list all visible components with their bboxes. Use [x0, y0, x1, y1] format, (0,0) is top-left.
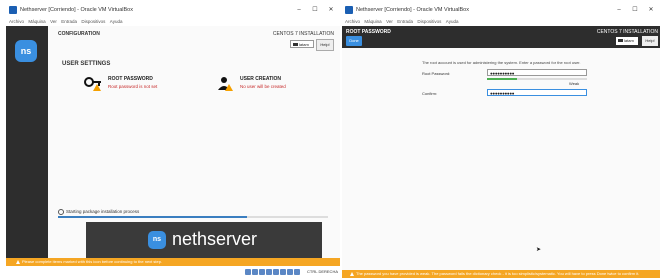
close-button[interactable]: ✕ — [646, 5, 656, 15]
menu-archivo[interactable]: Archivo — [9, 19, 24, 24]
virtualbox-icon — [345, 6, 353, 14]
root-password-field[interactable]: ●●●●●●●●●● — [487, 69, 587, 76]
usb-icon[interactable] — [259, 269, 265, 275]
warning-icon — [93, 84, 101, 91]
progress-status: Starting package installation process — [58, 209, 139, 215]
installer-sidebar: ns — [6, 26, 48, 266]
mouse-icon[interactable] — [294, 269, 300, 275]
menu-ayuda[interactable]: Ayuda — [446, 19, 459, 24]
left-virtualbox-window: Nethserver [Corriendo] - Oracle VM Virtu… — [6, 2, 340, 278]
spinner-icon — [58, 209, 64, 215]
banner-wordmark: nethserver — [172, 229, 258, 249]
password-strength-bar — [487, 78, 587, 80]
root-password-status: Root password is not set — [108, 84, 158, 89]
root-password-title: ROOT PASSWORD — [108, 76, 153, 82]
user-creation-spoke[interactable]: USER CREATION No user will be created — [216, 74, 326, 104]
nethserver-logo: ns — [15, 40, 37, 62]
minimize-button[interactable]: – — [614, 5, 624, 15]
user-settings-heading: USER SETTINGS — [62, 61, 111, 67]
warning-icon — [225, 84, 233, 91]
root-password-label: Root Password: — [422, 71, 451, 76]
menu-ver[interactable]: Ver — [50, 19, 57, 24]
virtualbox-icon — [9, 6, 17, 14]
right-menubar: Archivo Máquina Ver Entrada Dispositivos… — [342, 18, 660, 26]
menu-maquina[interactable]: Máquina — [364, 19, 381, 24]
install-progress-fill — [58, 216, 247, 218]
install-progress-bar — [58, 216, 328, 218]
confirm-label: Confirm: — [422, 91, 438, 96]
host-key: CTRL DERECHA — [307, 269, 338, 274]
keyboard-layout-button[interactable]: latam — [616, 37, 638, 45]
confirm-password-field[interactable]: ●●●●●●●●●● — [487, 89, 587, 96]
network-icon[interactable] — [280, 269, 286, 275]
capture-icon[interactable] — [287, 269, 293, 275]
root-password-header: ROOT PASSWORD CENTOS 7 INSTALLATION Done… — [342, 26, 660, 48]
device-icons — [244, 269, 300, 277]
left-menubar: Archivo Máquina Ver Entrada Dispositivos… — [6, 18, 340, 26]
left-vm-screen: ns CONFIGURATION CENTOS 7 INSTALLATION l… — [6, 26, 340, 266]
page-title: CONFIGURATION — [58, 31, 100, 37]
help-button[interactable]: Help! — [642, 36, 658, 46]
user-creation-title: USER CREATION — [240, 76, 282, 82]
menu-dispositivos[interactable]: Dispositivos — [417, 19, 441, 24]
maximize-button[interactable]: ☐ — [310, 5, 320, 15]
keyboard-layout-button[interactable]: latam — [290, 40, 314, 48]
installation-title: CENTOS 7 INSTALLATION — [596, 29, 658, 35]
help-button[interactable]: Help! — [316, 39, 334, 51]
minimize-button[interactable]: – — [294, 5, 304, 15]
left-statusbar: CTRL DERECHA — [6, 266, 340, 278]
installation-title: CENTOS 7 INSTALLATION — [272, 31, 334, 37]
maximize-button[interactable]: ☐ — [630, 5, 640, 15]
cd-icon[interactable] — [252, 269, 258, 275]
menu-entrada[interactable]: Entrada — [61, 19, 77, 24]
root-password-spoke[interactable]: ROOT PASSWORD Root password is not set — [84, 74, 184, 104]
left-titlebar: Nethserver [Corriendo] - Oracle VM Virtu… — [6, 2, 340, 18]
user-creation-status: No user will be created — [240, 84, 286, 89]
close-button[interactable]: ✕ — [326, 5, 336, 15]
right-vm-screen: ROOT PASSWORD CENTOS 7 INSTALLATION Done… — [342, 26, 660, 278]
password-strength-label: Weak — [569, 81, 580, 86]
nethserver-banner: ns nethserver — [86, 222, 322, 258]
menu-entrada[interactable]: Entrada — [397, 19, 413, 24]
display-icon[interactable] — [273, 269, 279, 275]
banner-logo: ns — [148, 231, 166, 249]
menu-ayuda[interactable]: Ayuda — [110, 19, 123, 24]
left-window-title: Nethserver [Corriendo] - Oracle VM Virtu… — [20, 7, 133, 13]
warning-icon — [350, 271, 354, 276]
menu-dispositivos[interactable]: Dispositivos — [81, 19, 105, 24]
keyboard-icon — [618, 39, 623, 43]
password-strength-fill — [487, 78, 517, 80]
keyboard-icon — [293, 43, 298, 47]
page-title: ROOT PASSWORD — [346, 29, 391, 35]
warning-icon — [16, 259, 20, 264]
menu-ver[interactable]: Ver — [386, 19, 393, 24]
menu-archivo[interactable]: Archivo — [345, 19, 360, 24]
right-virtualbox-window: Nethserver [Corriendo] - Oracle VM Virtu… — [342, 2, 660, 278]
done-button[interactable]: Done — [346, 36, 362, 46]
right-titlebar: Nethserver [Corriendo] - Oracle VM Virtu… — [342, 2, 660, 18]
shared-folder-icon[interactable] — [266, 269, 272, 275]
warning-bar: Please complete items marked with this i… — [6, 258, 340, 266]
root-description: The root account is used for administeri… — [422, 60, 581, 65]
mouse-cursor-icon: ➤ — [536, 247, 542, 253]
right-window-title: Nethserver [Corriendo] - Oracle VM Virtu… — [356, 7, 469, 13]
weak-password-warning-bar: The password you have provided is weak. … — [342, 270, 660, 278]
menu-maquina[interactable]: Máquina — [28, 19, 45, 24]
hdd-icon[interactable] — [245, 269, 251, 275]
